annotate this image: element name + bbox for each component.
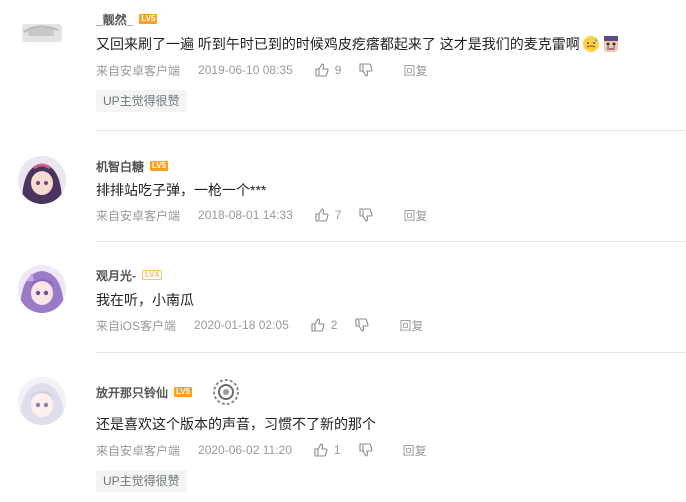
like-button[interactable]: 7 [315,208,342,222]
comment-text: 还是喜欢这个版本的声音，习惯不了新的那个 [96,416,376,432]
comment-meta: 来自安卓客户端 2020-06-02 11:20 1 回复 [96,442,427,458]
comment-meta: 来自iOS客户端 2020-01-18 02:05 2 回复 [96,317,423,333]
comment-meta: 来自安卓客户端 2019-06-10 08:35 9 回复 [96,62,427,78]
level-badge: LV5 [139,14,158,24]
like-count: 7 [334,208,342,222]
pendant-badge-icon [213,379,239,405]
like-button[interactable]: 1 [314,443,341,457]
avatar-image [22,24,62,42]
avatar[interactable] [18,10,66,50]
comment-text: 我在听，小南瓜 [96,292,194,308]
platform-label: 来自安卓客户端 [96,208,181,223]
comment-text: 又回来刷了一遍 听到午时已到的时候鸡皮疙瘩都起来了 这才是我们的麦克雷啊 [96,34,620,54]
avatar[interactable] [18,265,66,313]
platform-label: 来自安卓客户端 [96,63,181,78]
thumbs-up-icon [315,63,329,77]
timestamp: 2018-08-01 14:33 [198,208,293,222]
thumbs-down-icon [359,63,374,77]
thumbs-down-icon [359,443,373,457]
thumbs-down-icon [355,318,370,332]
divider [96,352,686,353]
timestamp: 2019-06-10 08:35 [198,63,293,77]
crying-character-emoji [603,36,618,52]
up-liked-badge: UP主觉得很赞 [96,90,187,112]
reply-button[interactable]: 回复 [399,317,423,334]
thumbs-up-icon [314,443,328,457]
thumbs-down-icon [359,208,374,222]
thumbs-up-icon [311,318,325,332]
level-badge: LV4 [142,270,163,280]
dislike-button[interactable] [359,208,374,222]
username-row: 放开那只铃仙 LV5 [96,383,193,401]
reply-button[interactable]: 回复 [403,207,427,224]
username[interactable]: 放开那只铃仙 [96,384,168,401]
platform-label: 来自iOS客户端 [96,318,177,333]
username-row: _靓然_ LV5 [96,10,158,28]
up-liked-badge: UP主觉得很赞 [96,470,187,492]
timestamp: 2020-01-18 02:05 [194,318,289,332]
timestamp: 2020-06-02 11:20 [198,443,292,457]
comment-meta: 来自安卓客户端 2018-08-01 14:33 7 回复 [96,207,427,223]
reply-button[interactable]: 回复 [403,442,427,459]
platform-label: 来自安卓客户端 [96,443,181,458]
level-badge: LV5 [150,161,169,171]
level-badge: LV5 [174,387,193,397]
divider [96,130,686,131]
divider [96,241,686,242]
reply-button[interactable]: 回复 [403,62,427,79]
dislike-button[interactable] [355,318,370,332]
comment-body: 又回来刷了一遍 听到午时已到的时候鸡皮疙瘩都起来了 这才是我们的麦克雷啊 [96,36,580,52]
avatar[interactable] [18,156,66,204]
username-row: 机智白糖 LV5 [96,157,169,175]
like-count: 9 [334,63,342,77]
username[interactable]: 观月光- [96,267,136,284]
comment-text: 排排站吃子弹，一枪一个*** [96,182,267,198]
like-button[interactable]: 2 [311,318,338,332]
avatar-image [18,265,66,313]
thumbs-up-icon [315,208,329,222]
username[interactable]: 机智白糖 [96,158,144,175]
dislike-button[interactable] [359,443,373,457]
username[interactable]: _靓然_ [96,11,133,28]
avatar-image [18,377,66,425]
like-count: 2 [330,318,338,332]
sweat-face-emoji [582,36,599,52]
like-button[interactable]: 9 [315,63,342,77]
avatar-image [18,156,66,204]
username-row: 观月光- LV4 [96,266,163,284]
avatar[interactable] [18,377,66,425]
like-count: 1 [333,443,341,457]
dislike-button[interactable] [359,63,374,77]
